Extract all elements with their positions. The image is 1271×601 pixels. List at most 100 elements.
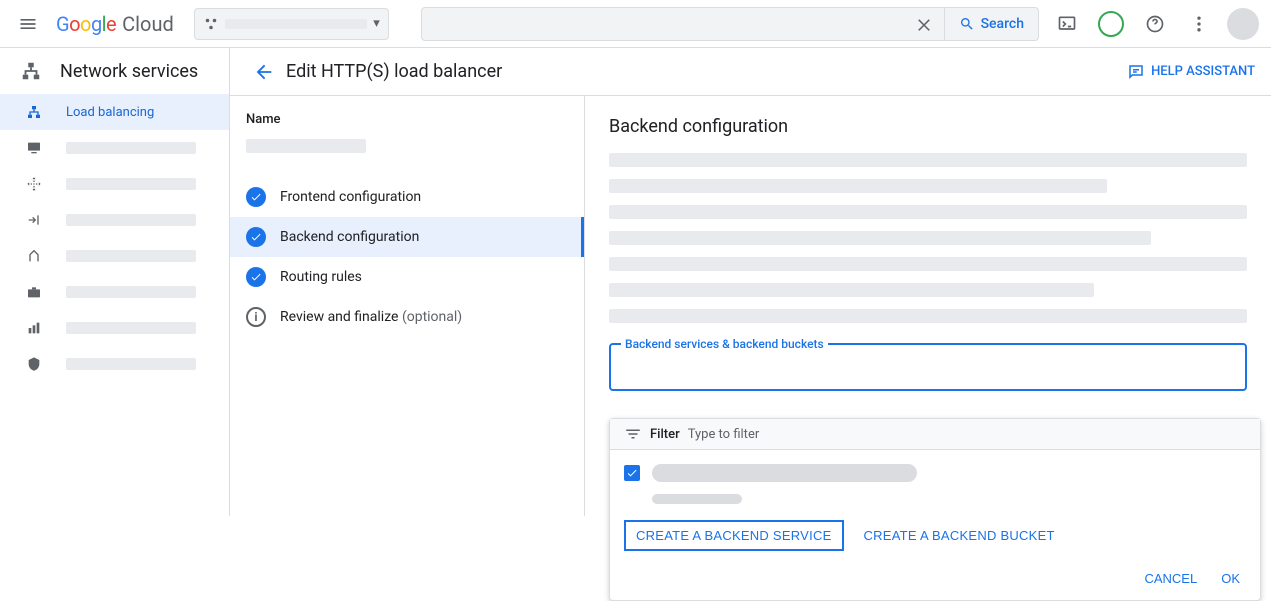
panel-footer: CANCEL OK <box>610 561 1260 600</box>
create-backend-service-button[interactable]: CREATE A BACKEND SERVICE <box>624 520 844 551</box>
routes-icon <box>24 248 44 264</box>
body: Network services Load balancing <box>0 48 1271 516</box>
help-assistant-label: HELP ASSISTANT <box>1151 64 1255 79</box>
check-circle-icon <box>246 227 266 247</box>
caret-down-icon: ▾ <box>373 16 380 31</box>
step-backend[interactable]: Backend configuration <box>230 217 584 257</box>
right-title: Backend configuration <box>609 116 1247 137</box>
sidebar-item[interactable] <box>0 310 229 346</box>
checkbox-checked-icon[interactable] <box>624 465 640 481</box>
filter-label: Filter <box>650 427 680 442</box>
shield-icon <box>24 356 44 372</box>
sidebar-title: Network services <box>0 48 229 94</box>
backend-picker-panel: Filter Type to filter CREATE A BACKEND S… <box>609 418 1261 601</box>
top-header: Google Cloud ▾ Search <box>0 0 1271 48</box>
network-services-icon <box>20 60 42 82</box>
option-name-placeholder <box>652 464 917 482</box>
chart-icon <box>24 320 44 336</box>
hamburger-menu-icon[interactable] <box>8 4 48 44</box>
step-label: Routing rules <box>280 269 362 285</box>
check-circle-icon <box>246 187 266 207</box>
cloud-shell-icon[interactable] <box>1047 4 1087 44</box>
main: Edit HTTP(S) load balancer HELP ASSISTAN… <box>230 48 1271 516</box>
sidebar-item-label: Load balancing <box>66 105 154 120</box>
text-placeholder <box>609 257 1247 271</box>
text-placeholder <box>609 205 1247 219</box>
text-placeholder <box>609 231 1151 245</box>
nav-placeholder <box>66 322 196 334</box>
name-value-placeholder <box>246 139 366 153</box>
google-cloud-logo[interactable]: Google Cloud <box>56 12 174 36</box>
help-assistant-button[interactable]: HELP ASSISTANT <box>1127 63 1255 81</box>
panel-filter-row[interactable]: Filter Type to filter <box>610 419 1260 450</box>
move-icon <box>24 176 44 192</box>
chat-icon <box>1127 63 1145 81</box>
load-balancing-icon <box>24 104 44 120</box>
step-label: Frontend configuration <box>280 189 421 205</box>
project-name-placeholder <box>225 19 367 29</box>
cancel-button[interactable]: CANCEL <box>1144 571 1197 586</box>
option-sub-placeholder <box>652 494 742 504</box>
right-column: Backend configuration Backend services &… <box>585 96 1271 516</box>
nav-placeholder <box>66 142 196 154</box>
filter-placeholder: Type to filter <box>688 427 760 442</box>
backend-services-dropdown[interactable]: Backend services & backend buckets <box>609 343 1247 391</box>
sidebar-item[interactable] <box>0 202 229 238</box>
back-arrow-icon[interactable] <box>246 54 282 90</box>
more-vert-icon[interactable] <box>1179 4 1219 44</box>
search-icon <box>959 16 975 32</box>
step-frontend[interactable]: Frontend configuration <box>230 177 584 217</box>
nav-placeholder <box>66 214 196 226</box>
text-placeholder <box>609 179 1107 193</box>
header-actions <box>1047 4 1263 44</box>
briefcase-icon <box>24 284 44 300</box>
name-label: Name <box>246 112 568 127</box>
backend-option-row[interactable] <box>610 450 1260 490</box>
dropdown-label: Backend services & backend buckets <box>621 337 828 351</box>
account-avatar[interactable] <box>1223 4 1263 44</box>
step-label: Backend configuration <box>280 229 419 245</box>
step-routing[interactable]: Routing rules <box>230 257 584 297</box>
page-title: Edit HTTP(S) load balancer <box>286 61 502 82</box>
sidebar-item[interactable] <box>0 166 229 202</box>
nav-placeholder <box>66 250 196 262</box>
project-icon <box>203 16 219 32</box>
sidebar-item-load-balancing[interactable]: Load balancing <box>0 94 229 130</box>
search-button-label: Search <box>981 16 1024 32</box>
step-label: Review and finalize <box>280 309 398 325</box>
status-circle-icon[interactable] <box>1091 4 1131 44</box>
text-placeholder <box>609 309 1247 323</box>
logo-cloud-text: Cloud <box>122 12 174 36</box>
steps-list: Frontend configuration Backend configura… <box>230 177 584 337</box>
sidebar-item[interactable] <box>0 130 229 166</box>
check-circle-icon <box>246 267 266 287</box>
text-placeholder <box>609 153 1247 167</box>
search-button[interactable]: Search <box>944 8 1038 40</box>
info-circle-icon: i <box>246 307 266 327</box>
search-input[interactable] <box>422 16 904 32</box>
nav-placeholder <box>66 286 196 298</box>
sidebar-title-text: Network services <box>60 61 198 82</box>
nav-placeholder <box>66 358 196 370</box>
step-optional: (optional) <box>402 309 462 325</box>
text-placeholder <box>609 283 1094 297</box>
content: Name Frontend configuration Back <box>230 96 1271 516</box>
page-header: Edit HTTP(S) load balancer HELP ASSISTAN… <box>230 48 1271 96</box>
filter-icon <box>624 425 642 443</box>
sidebar: Network services Load balancing <box>0 48 230 516</box>
project-picker[interactable]: ▾ <box>194 8 389 40</box>
nav-placeholder <box>66 178 196 190</box>
sidebar-item[interactable] <box>0 274 229 310</box>
sidebar-item[interactable] <box>0 238 229 274</box>
left-column: Name Frontend configuration Back <box>230 96 585 516</box>
sidebar-item[interactable] <box>0 346 229 382</box>
create-backend-bucket-button[interactable]: CREATE A BACKEND BUCKET <box>864 528 1055 543</box>
ok-button[interactable]: OK <box>1221 571 1240 586</box>
search-bar: Search <box>421 7 1039 41</box>
arrow-in-icon <box>24 212 44 228</box>
clear-search-icon[interactable] <box>904 8 944 40</box>
monitor-icon <box>24 140 44 156</box>
help-icon[interactable] <box>1135 4 1175 44</box>
panel-actions: CREATE A BACKEND SERVICE CREATE A BACKEN… <box>610 504 1260 561</box>
step-review[interactable]: i Review and finalize (optional) <box>230 297 584 337</box>
